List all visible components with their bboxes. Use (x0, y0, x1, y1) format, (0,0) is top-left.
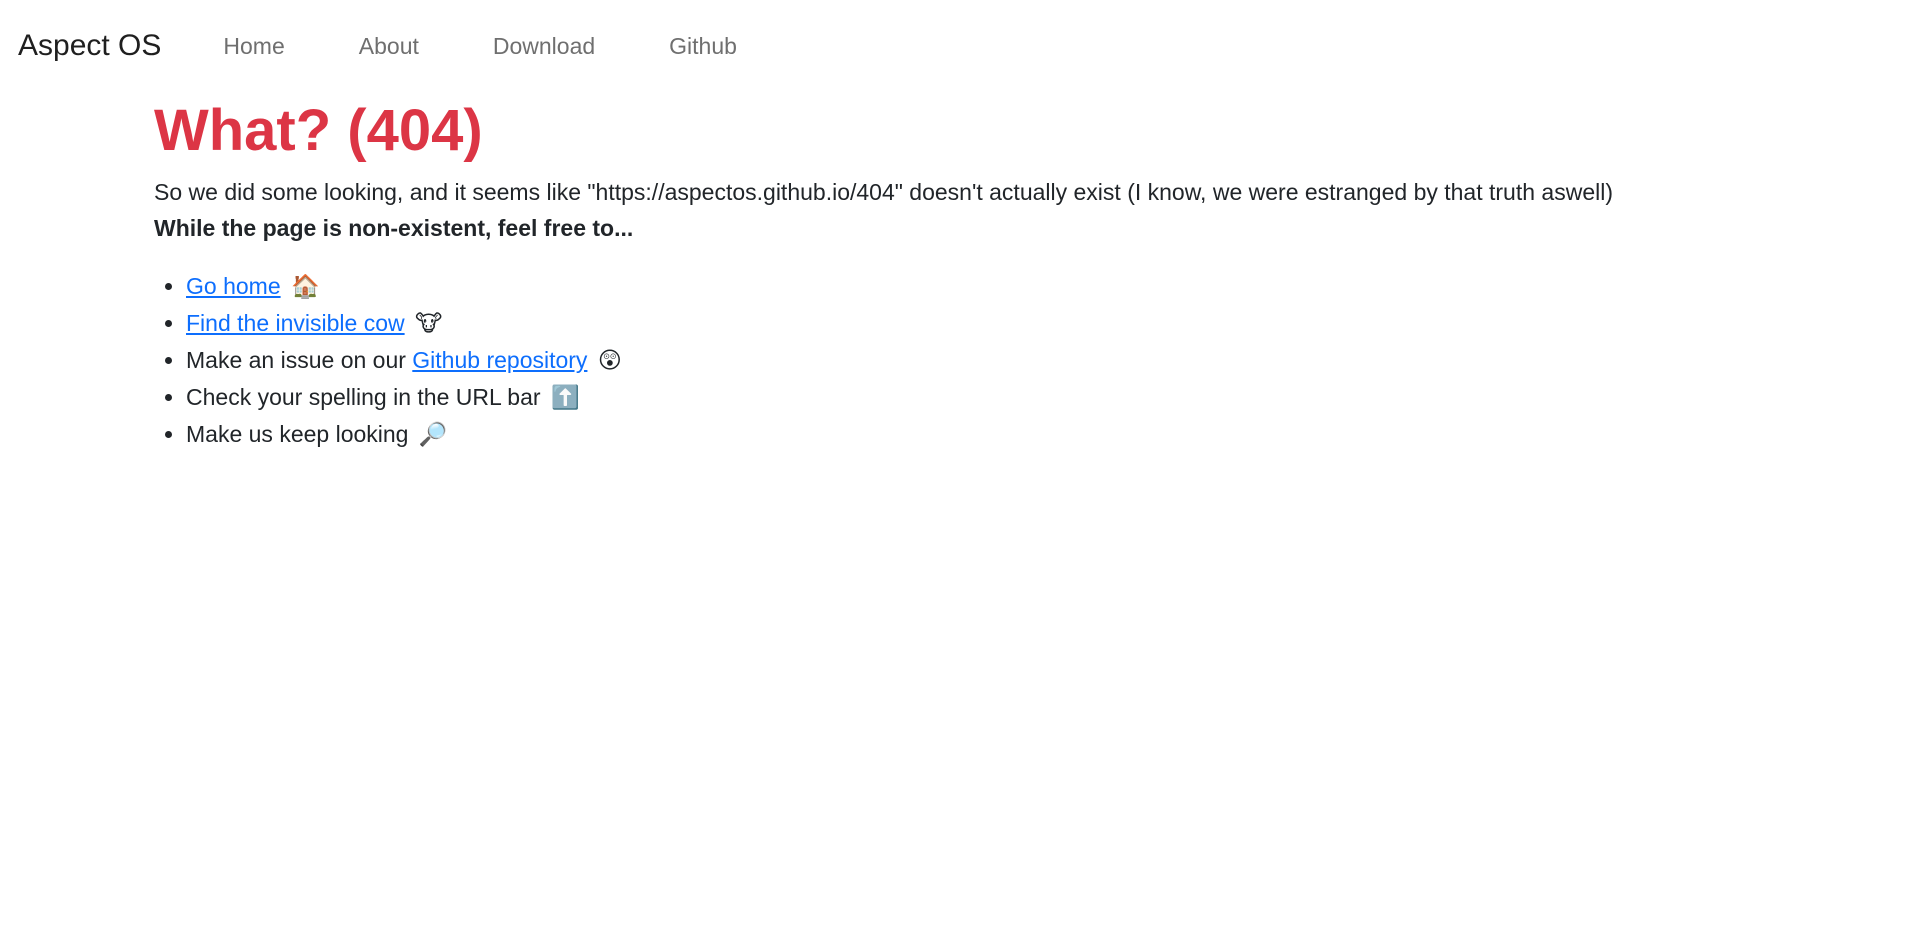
magnifying-glass-icon: 🔎 (418, 422, 448, 448)
list-item: Make us keep looking 🔎 (186, 416, 1894, 453)
nav-item-download: Download (493, 34, 595, 58)
list-item: Go home 🏠 (186, 268, 1894, 305)
cow-icon: 🐮 (415, 311, 443, 337)
up-arrow-icon: ⬆️ (550, 385, 580, 411)
nav-item-home: Home (223, 34, 284, 58)
page-title: What? (404) (154, 98, 483, 163)
main-content: What? (404) So we did some looking, and … (154, 96, 1894, 453)
brand-link[interactable]: Aspect OS (18, 31, 161, 61)
error-description: So we did some looking, and it seems lik… (154, 179, 1613, 205)
go-home-link[interactable]: Go home (186, 273, 281, 299)
spelling-text: Check your spelling in the URL bar (186, 384, 541, 410)
suggestions-list: Go home 🏠 Find the invisible cow 🐮 Make … (154, 268, 1894, 453)
keep-looking-text: Make us keep looking (186, 421, 409, 447)
nav-link-github[interactable]: Github (669, 34, 737, 58)
navbar: Aspect OS Home About Download Github (0, 0, 1919, 92)
nav-links: Home About Download Github (223, 34, 811, 58)
issue-text: Make an issue on our (186, 347, 413, 373)
nav-item-about: About (359, 34, 419, 58)
nav-link-about[interactable]: About (359, 34, 419, 58)
astonished-face-icon: 😲 (597, 348, 622, 374)
suggestions-heading: While the page is non-existent, feel fre… (154, 215, 634, 241)
nav-item-github: Github (669, 34, 737, 58)
invisible-cow-link[interactable]: Find the invisible cow (186, 310, 405, 336)
list-item: Make an issue on our Github repository 😲 (186, 342, 1894, 379)
list-item: Find the invisible cow 🐮 (186, 305, 1894, 342)
nav-link-home[interactable]: Home (223, 34, 284, 58)
github-repository-link[interactable]: Github repository (412, 347, 587, 373)
nav-link-download[interactable]: Download (493, 34, 595, 58)
list-item: Check your spelling in the URL bar ⬆️ (186, 379, 1894, 416)
house-icon: 🏠 (291, 274, 320, 300)
